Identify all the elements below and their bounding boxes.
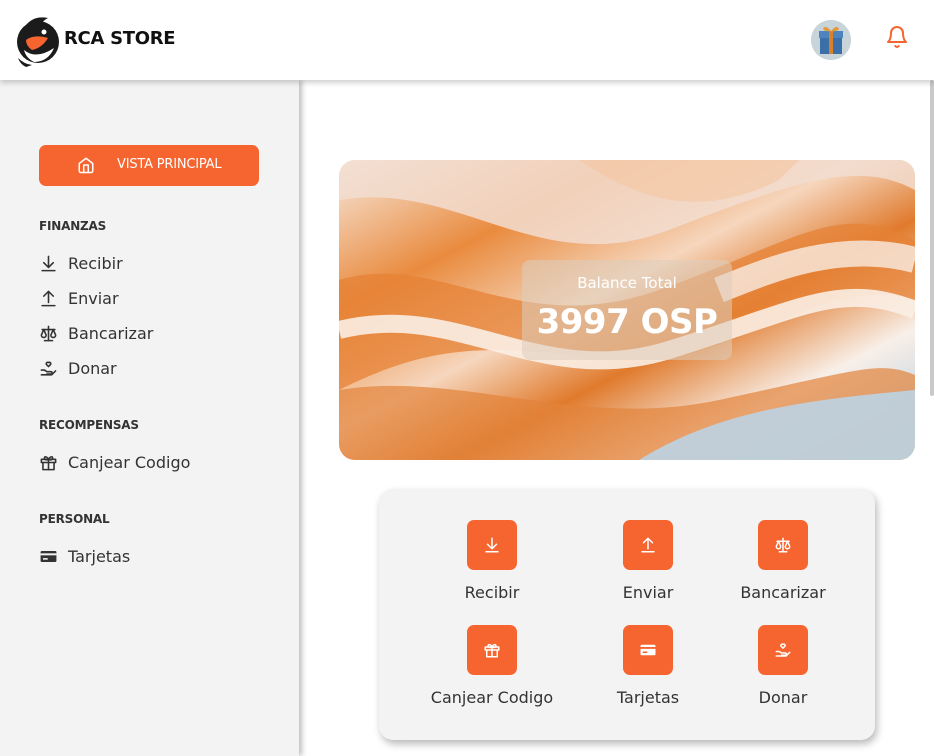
top-header: RCA STORE <box>0 0 934 80</box>
home-icon <box>78 157 94 174</box>
balance-label: Balance Total <box>577 274 677 292</box>
action-tile[interactable] <box>467 520 517 570</box>
action-tile[interactable] <box>623 625 673 675</box>
gift-icon <box>40 455 57 470</box>
sidebar-item-bancarizar[interactable]: Bancarizar <box>39 322 153 344</box>
vista-principal-label: VISTA PRINCIPAL <box>117 157 222 172</box>
section-title-personal: PERSONAL <box>39 512 110 526</box>
sidebar-item-label: Recibir <box>68 253 123 273</box>
bell-icon[interactable] <box>885 24 909 50</box>
action-label: Donar <box>758 688 808 707</box>
upload-icon <box>641 537 655 553</box>
sidebar-item-recibir[interactable]: Recibir <box>39 252 123 274</box>
action-tile[interactable] <box>623 520 673 570</box>
sidebar-item-tarjetas[interactable]: Tarjetas <box>39 545 130 567</box>
sidebar: VISTA PRINCIPAL FINANZAS Recibir Enviar … <box>0 80 299 756</box>
sidebar-item-canjear-codigo[interactable]: Canjear Codigo <box>39 451 190 473</box>
brand-name[interactable]: RCA STORE <box>64 28 176 49</box>
action-label: Bancarizar <box>740 583 826 602</box>
credit-card-icon <box>640 644 656 656</box>
balance-card: Balance Total 3997 OSP <box>339 160 915 460</box>
action-label: Enviar <box>622 583 674 602</box>
action-label: Tarjetas <box>616 688 680 707</box>
section-title-finanzas: FINANZAS <box>39 219 107 233</box>
sidebar-item-enviar[interactable]: Enviar <box>39 287 119 309</box>
sidebar-item-label: Canjear Codigo <box>68 452 191 472</box>
action-label: Canjear Codigo <box>430 688 554 707</box>
action-tile[interactable] <box>467 625 517 675</box>
scale-icon <box>40 325 57 341</box>
sidebar-item-label: Donar <box>68 358 117 378</box>
upload-icon <box>41 290 56 306</box>
balance-box: Balance Total 3997 OSP <box>522 260 732 360</box>
hand-heart-icon <box>40 361 57 376</box>
scale-icon <box>775 537 791 553</box>
section-title-recompensas: RECOMPENSAS <box>39 418 139 432</box>
page-scrollbar[interactable] <box>930 80 934 396</box>
hand-heart-icon <box>775 643 791 657</box>
vista-principal-button[interactable]: VISTA PRINCIPAL <box>39 145 259 186</box>
user-avatar[interactable] <box>811 20 851 60</box>
sidebar-item-donar[interactable]: Donar <box>39 357 117 379</box>
quick-actions-panel: Recibir Enviar Bancarizar Canjear Codigo <box>379 489 875 740</box>
action-label: Recibir <box>464 583 520 602</box>
gift-icon <box>484 643 500 658</box>
balance-value: 3997 OSP <box>536 302 718 342</box>
action-tile[interactable] <box>758 520 808 570</box>
gift-avatar-icon <box>811 20 851 60</box>
orca-logo-icon[interactable] <box>14 10 62 68</box>
download-icon <box>485 537 499 553</box>
sidebar-item-label: Bancarizar <box>68 323 154 343</box>
sidebar-item-label: Enviar <box>68 288 119 308</box>
sidebar-item-label: Tarjetas <box>68 546 131 566</box>
download-icon <box>41 255 56 271</box>
action-tile[interactable] <box>758 625 808 675</box>
credit-card-icon <box>40 550 57 562</box>
